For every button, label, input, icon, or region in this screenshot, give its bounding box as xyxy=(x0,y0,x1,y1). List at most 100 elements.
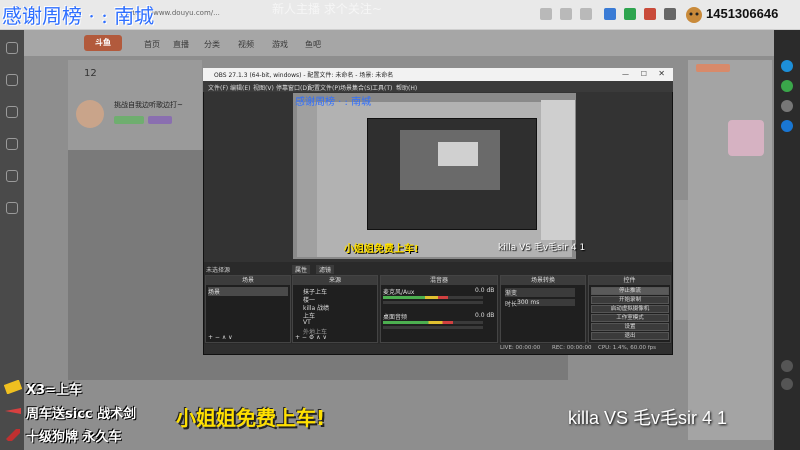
app-icon[interactable] xyxy=(781,100,793,112)
minimize-icon[interactable]: — xyxy=(622,70,629,78)
game-icon[interactable] xyxy=(6,138,18,150)
streamer-avatar[interactable] xyxy=(76,100,104,128)
no-source-selected: 未选择源 xyxy=(206,267,231,274)
nav-video[interactable]: 视频 xyxy=(238,39,254,50)
menu-scene-collection[interactable]: 场景集合(S) xyxy=(340,83,373,92)
pc-badge[interactable] xyxy=(696,64,730,72)
sources-dock-title: 来源 xyxy=(293,276,377,285)
transition-select[interactable]: 渐变 xyxy=(505,288,575,297)
mixer-track-name: 桌面音频 xyxy=(383,314,408,321)
extension-icon[interactable] xyxy=(644,8,656,20)
menu-edit[interactable]: 编辑(E) xyxy=(230,83,250,92)
scenes-dock: 场景 场景 + − ∧ ∨ xyxy=(205,275,291,343)
preview-thanks-text: 感谢周榜 · : 南城 xyxy=(295,97,372,108)
ticket-icon xyxy=(4,380,22,394)
audio-meter xyxy=(383,321,453,324)
system-tray xyxy=(774,30,800,450)
mixer-track-db: 0.0 dB xyxy=(475,287,495,294)
filters-button[interactable]: 滤镜 xyxy=(316,265,335,274)
room-info-panel: 12 挑战自我边听歌边打~ xyxy=(68,60,202,150)
menu-file[interactable]: 文件(F) xyxy=(208,83,228,92)
category-icon[interactable] xyxy=(6,202,18,214)
duration-input[interactable]: 300 ms xyxy=(517,299,575,306)
video-icon[interactable] xyxy=(6,170,18,182)
audio-meter xyxy=(383,296,448,299)
room-id-counter: 1451306646 xyxy=(706,6,779,21)
preview-nested-obs-frame xyxy=(438,142,478,166)
star-icon[interactable] xyxy=(604,8,616,20)
nav-category[interactable]: 分类 xyxy=(204,39,220,50)
volume-slider[interactable] xyxy=(383,301,483,304)
live-status: LIVE: 00:00:00 xyxy=(500,345,541,351)
rec-status: REC: 00:00:00 xyxy=(552,345,592,351)
menu-profile[interactable]: 配置文件(P) xyxy=(308,83,340,92)
mixer-track-db: 0.0 dB xyxy=(475,312,495,319)
controls-dock: 控件 停止推流 开始录制 启动虚拟摄像机 工作室模式 设置 退出 xyxy=(588,275,671,343)
extension-icon[interactable] xyxy=(560,8,572,20)
extension-icon[interactable] xyxy=(624,8,636,20)
rocket-icon xyxy=(6,429,20,441)
home-icon[interactable] xyxy=(6,42,18,54)
properties-button[interactable]: 属性 xyxy=(292,265,311,274)
menu-docks[interactable]: 停靠窗口(D) xyxy=(276,83,309,92)
mixer-dock-title: 混音器 xyxy=(381,276,497,285)
virtual-camera-button[interactable]: 启动虚拟摄像机 xyxy=(591,305,669,313)
duration-label: 时长 xyxy=(505,301,518,308)
cpu-status: CPU: 1.4%, 60.00 fps xyxy=(598,345,657,351)
free-ride-overlay: 小姐姐免费上车! xyxy=(176,406,326,430)
transitions-dock-title: 场景转换 xyxy=(501,276,585,285)
studio-mode-button[interactable]: 工作室模式 xyxy=(591,314,669,322)
chat-panel-edge xyxy=(674,200,688,320)
site-header xyxy=(24,30,774,56)
gift-banner[interactable] xyxy=(728,120,764,156)
preview-versus-text: killa VS 毛v毛sir 4 1 xyxy=(498,243,586,253)
thanks-overlay: 感谢周榜 · : 南城 xyxy=(2,4,155,28)
volume-icon[interactable] xyxy=(781,378,793,390)
room-badge xyxy=(148,116,172,124)
nav-live[interactable]: 直播 xyxy=(173,39,189,50)
volume-slider[interactable] xyxy=(383,326,483,329)
scene-add-icon[interactable]: + − ∧ ∨ xyxy=(208,334,233,341)
mixer-track-name: 麦克风/Aux xyxy=(383,289,415,296)
extension-icon[interactable] xyxy=(540,8,552,20)
start-recording-button[interactable]: 开始录制 xyxy=(591,296,669,304)
source-item[interactable]: VT xyxy=(303,319,311,326)
sources-dock: 来源 抹子上车 楼一 killa 战绩 上车 VT 外地上车 + − ⚙ ∧ ∨ xyxy=(292,275,378,343)
scene-item[interactable]: 场景 xyxy=(208,287,288,296)
live-icon[interactable] xyxy=(6,106,18,118)
preview-nested-sidebar xyxy=(297,102,317,257)
menu-tools[interactable]: 工具(T) xyxy=(372,83,392,92)
follower-count: 12 xyxy=(84,68,97,79)
follow-hint-overlay: 新人主播 求个关注~ xyxy=(272,2,382,16)
nav-home[interactable]: 首页 xyxy=(144,39,160,50)
versus-score-overlay: killa VS 毛v毛sir 4 1 xyxy=(568,408,728,428)
room-title: 挑战自我边听歌边打~ xyxy=(114,101,183,109)
follow-icon[interactable] xyxy=(6,74,18,86)
close-icon[interactable]: ✕ xyxy=(658,69,665,78)
perk-text: X3=上车 xyxy=(26,383,82,398)
app-icon[interactable] xyxy=(781,80,793,92)
menu-view[interactable]: 视图(V) xyxy=(253,83,274,92)
extension-icon[interactable] xyxy=(664,8,676,20)
settings-button[interactable]: 设置 xyxy=(591,323,669,331)
nav-yuba[interactable]: 鱼吧 xyxy=(305,39,321,50)
douyu-logo[interactable]: 斗鱼 xyxy=(84,35,122,51)
transitions-dock: 场景转换 渐变 时长 300 ms xyxy=(500,275,586,343)
extension-icon[interactable] xyxy=(580,8,592,20)
mascot-icon xyxy=(686,7,702,23)
app-icon[interactable] xyxy=(781,120,793,132)
source-add-icon[interactable]: + − ⚙ ∧ ∨ xyxy=(295,334,327,341)
network-icon[interactable] xyxy=(781,360,793,372)
stop-streaming-button[interactable]: 停止推流 xyxy=(591,287,669,295)
plane-icon xyxy=(5,408,21,414)
perk-text: 周车送sicc 战术剑 xyxy=(26,407,137,422)
obs-window-title: OBS 27.1.3 (64-bit, windows) - 配置文件: 未命名… xyxy=(214,72,394,79)
preview-free-ride-text: 小姐姐免费上车! xyxy=(344,244,419,255)
scenes-dock-title: 场景 xyxy=(206,276,290,285)
nav-games[interactable]: 游戏 xyxy=(272,39,288,50)
room-badge xyxy=(114,116,144,124)
menu-help[interactable]: 帮助(H) xyxy=(396,83,417,92)
exit-button[interactable]: 退出 xyxy=(591,332,669,340)
maximize-icon[interactable]: ☐ xyxy=(641,70,647,78)
app-icon[interactable] xyxy=(781,60,793,72)
